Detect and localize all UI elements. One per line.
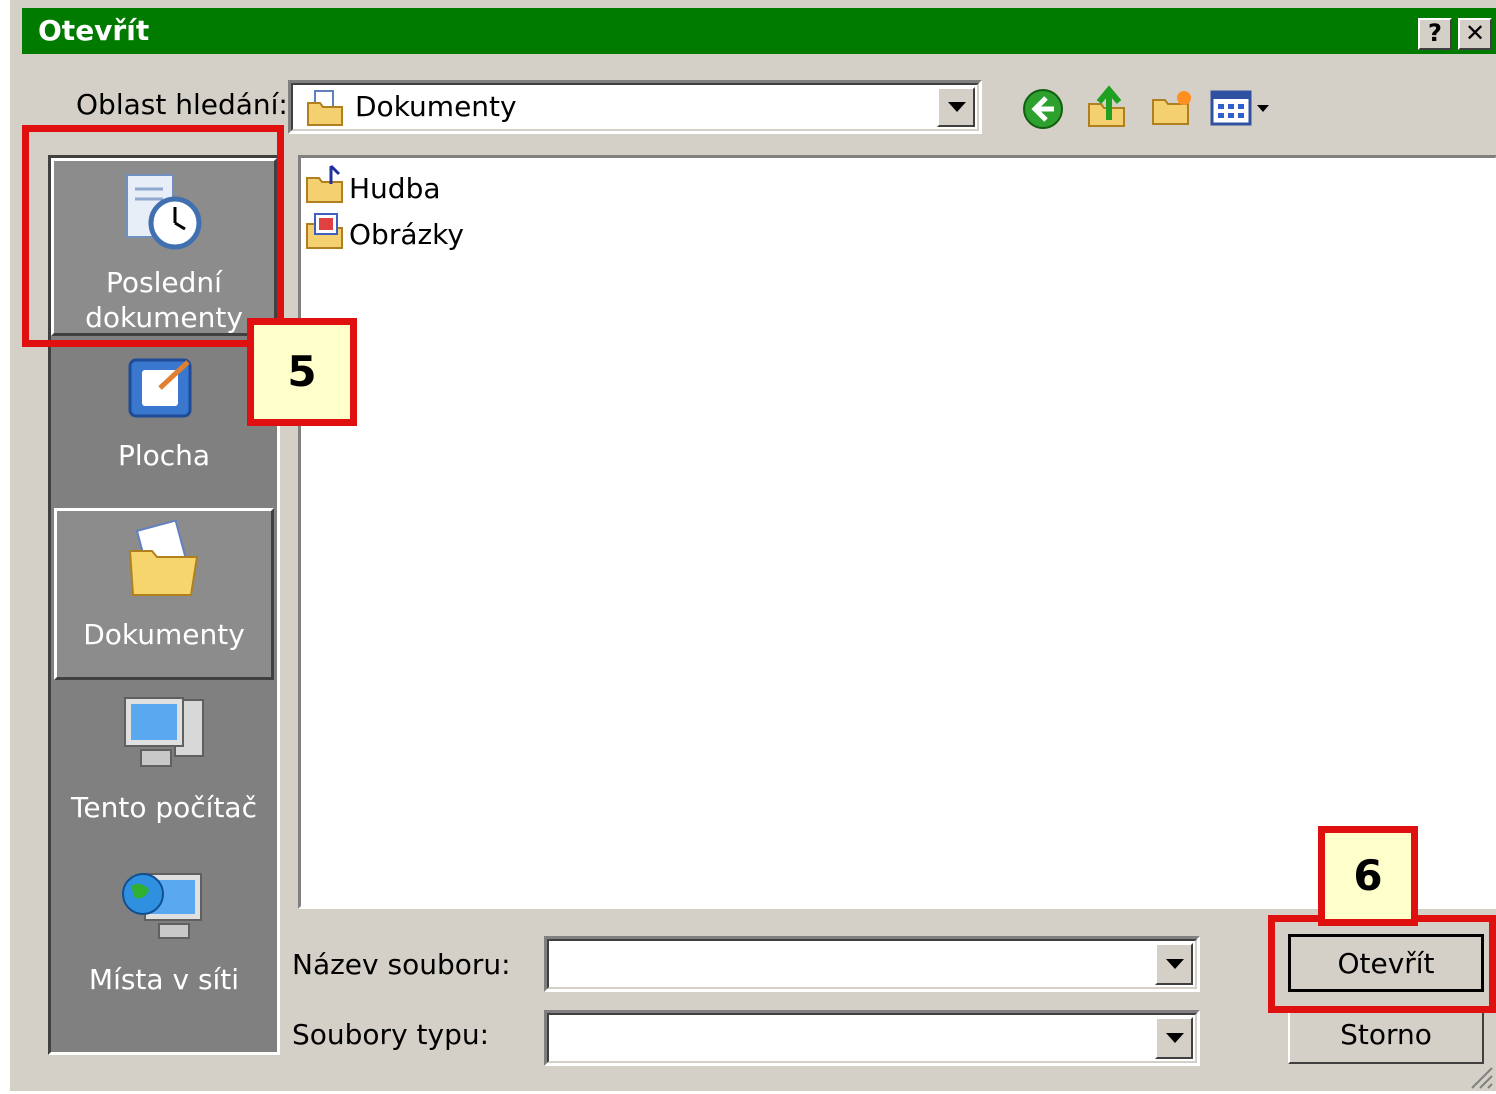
place-desktop-label: Plocha [117, 439, 211, 472]
place-documents-label: Dokumenty [83, 618, 245, 651]
title-bar: Otevřít ? ✕ [22, 8, 1496, 54]
filename-dropdown-button[interactable] [1155, 943, 1193, 985]
filename-label: Název souboru: [292, 948, 511, 981]
cancel-button[interactable]: Storno [1288, 1006, 1484, 1064]
list-item[interactable]: Hudba [305, 164, 441, 206]
highlight-recent-documents [22, 125, 284, 347]
lookin-label: Oblast hledání: [76, 88, 288, 121]
documents-folder-icon [305, 89, 345, 133]
place-network[interactable]: Místa v síti [51, 860, 277, 1020]
back-icon[interactable] [1022, 88, 1064, 134]
file-list[interactable]: Hudba Obrázky [298, 155, 1496, 909]
lookin-dropdown-button[interactable] [937, 87, 975, 127]
filetype-dropdown-button[interactable] [1155, 1017, 1193, 1059]
place-my-computer[interactable]: Tento počítač [51, 688, 277, 848]
callout-step-6: 6 [1318, 826, 1418, 926]
lookin-combo[interactable]: Dokumenty [288, 80, 982, 134]
place-my-documents[interactable]: Dokumenty [54, 508, 274, 680]
view-menu-icon[interactable] [1210, 88, 1274, 132]
my-documents-icon [124, 517, 204, 609]
filename-input[interactable] [544, 936, 1200, 992]
filetype-select[interactable] [544, 1010, 1200, 1066]
filetype-label: Soubory typu: [292, 1018, 490, 1051]
dialog-title: Otevřít [38, 14, 150, 47]
file-name: Obrázky [349, 218, 464, 251]
help-button[interactable]: ? [1418, 18, 1452, 50]
network-places-icon [119, 864, 209, 956]
desktop-icon [124, 350, 204, 434]
list-item[interactable]: Obrázky [305, 210, 464, 252]
place-network-label: Místa v síti [88, 963, 240, 996]
file-name: Hudba [349, 172, 441, 205]
lookin-value: Dokumenty [355, 90, 517, 123]
music-folder-icon [305, 164, 345, 216]
new-folder-icon[interactable] [1150, 86, 1196, 134]
resize-grip-icon[interactable] [1466, 1062, 1494, 1094]
up-folder-icon[interactable] [1085, 84, 1129, 134]
place-desktop[interactable]: Plocha [51, 344, 277, 504]
place-computer-label: Tento počítač [71, 791, 257, 824]
callout-step-5: 5 [247, 318, 357, 426]
highlight-open-button [1268, 915, 1496, 1013]
close-button[interactable]: ✕ [1458, 18, 1492, 50]
pictures-folder-icon [305, 210, 345, 262]
my-computer-icon [119, 692, 209, 784]
